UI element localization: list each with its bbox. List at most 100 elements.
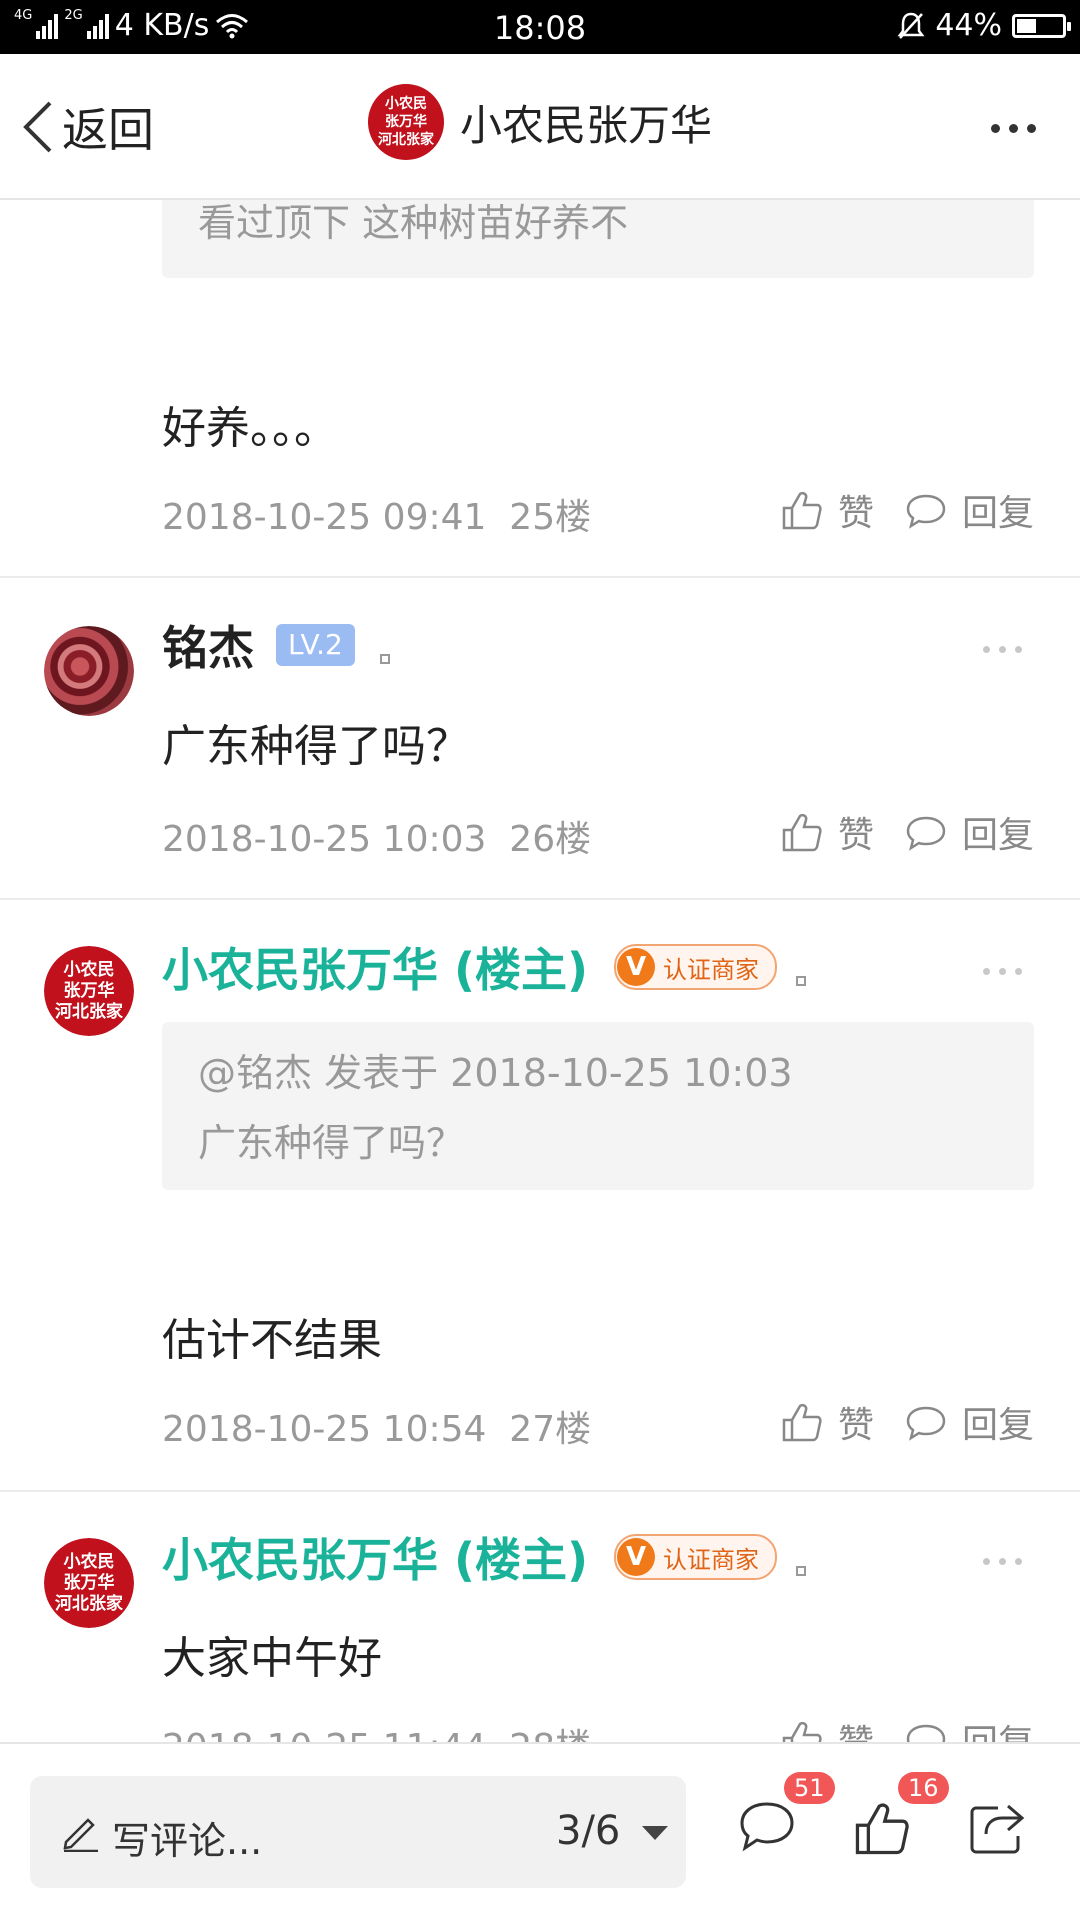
avatar-image: 小农民 张万华 河北张家	[44, 946, 134, 1036]
back-label: 返回	[62, 103, 154, 157]
comment-more-button[interactable]	[983, 1558, 1022, 1565]
comment-time: 2018-10-25 11:44	[162, 1727, 486, 1742]
bottom-toolbar: 写评论... 3/6 51 16	[0, 1742, 1080, 1922]
user-name[interactable]: 小农民张万华 (楼主)	[162, 934, 588, 1000]
comment-actions: 赞 回复	[780, 1396, 1034, 1448]
like-count-badge: 16	[898, 1772, 949, 1804]
user-avatar[interactable]: 小农民 张万华 河北张家	[44, 946, 134, 1036]
avatar-seal-line: 张万华	[63, 980, 115, 1001]
author-name: 小农民张万华	[460, 100, 713, 150]
like-label: 赞	[838, 1714, 874, 1742]
battery-percent: 44%	[935, 8, 1002, 43]
comment-time: 2018-10-25 10:54	[162, 1409, 487, 1450]
reply-button[interactable]: 回复	[904, 806, 1034, 858]
comment-body: 大家中午好	[162, 1633, 382, 1684]
like-button[interactable]: 赞	[780, 806, 874, 858]
like-label: 赞	[837, 815, 874, 856]
floor-number: 26楼	[509, 819, 592, 860]
battery-icon	[1012, 13, 1071, 38]
thumbs-up-icon	[782, 1403, 822, 1442]
level-badge: LV.2	[276, 624, 355, 666]
reply-label: 回复	[962, 1714, 1034, 1742]
reply-button[interactable]: 回复	[904, 1714, 1034, 1742]
comment-meta: 2018-10-25 09:41 25楼	[162, 488, 591, 540]
author-avatar: 小农民 张万华 河北张家	[368, 84, 444, 160]
quote-header: @铭杰 发表于 2018-10-25 10:03	[198, 1051, 793, 1095]
back-button[interactable]: 返回	[20, 94, 154, 160]
floor-number: 27楼	[509, 1409, 592, 1450]
comment-actions: 赞 回复	[780, 806, 1034, 858]
divider	[0, 1490, 1080, 1492]
avatar-seal-line: 张万华	[385, 114, 427, 130]
page-indicator[interactable]: 3/6	[556, 1808, 620, 1854]
more-options-button[interactable]	[991, 124, 1036, 133]
speech-bubble-icon	[906, 816, 946, 851]
chevron-left-icon	[23, 101, 52, 153]
comment-actions: 赞 回复	[780, 484, 1034, 536]
like-label: 赞	[837, 1405, 874, 1446]
comment-more-button[interactable]	[983, 968, 1022, 975]
reply-button[interactable]: 回复	[904, 484, 1034, 536]
pencil-icon	[63, 1818, 98, 1852]
like-label: 赞	[837, 493, 874, 534]
user-avatar[interactable]	[44, 626, 134, 716]
user-name[interactable]: 铭杰	[162, 612, 254, 678]
verified-merchant-badge: V 认证商家	[614, 1534, 777, 1580]
thumbs-up-icon	[782, 1721, 822, 1742]
comment-time: 2018-10-25 10:03	[162, 819, 487, 860]
speech-bubble-icon	[906, 1406, 946, 1441]
reply-label: 回复	[961, 493, 1034, 534]
dropdown-caret-icon[interactable]	[642, 1826, 668, 1840]
verified-merchant-badge: V 认证商家	[614, 944, 777, 990]
status-right: 44%	[897, 8, 1071, 43]
comment-icon	[740, 1802, 794, 1852]
comments-button[interactable]	[736, 1798, 798, 1860]
avatar-seal-line: 小农民	[63, 959, 115, 980]
quote-text: 看过顶下 这种树苗好养不	[198, 201, 629, 245]
floor-number: 28楼	[509, 1727, 591, 1742]
quoted-comment: 看过顶下 这种树苗好养不	[162, 200, 1034, 278]
avatar-seal-line: 小农民	[63, 1551, 115, 1572]
like-button[interactable]: 赞	[780, 484, 874, 536]
gender-mark	[380, 654, 390, 664]
avatar-image	[44, 626, 134, 716]
gender-mark	[796, 1566, 806, 1576]
gender-mark	[796, 976, 806, 986]
reply-button[interactable]: 回复	[904, 1396, 1034, 1448]
share-icon	[970, 1804, 1025, 1854]
comment-body: 广东种得了吗？	[162, 721, 470, 772]
share-button[interactable]	[968, 1798, 1028, 1860]
avatar-seal-line: 河北张家	[378, 132, 434, 148]
comment-list[interactable]: 看过顶下 这种树苗好养不 好养。。。 2018-10-25 09:41 25楼 …	[0, 200, 1080, 1742]
comment-meta: 2018-10-25 10:03 26楼	[162, 810, 591, 862]
avatar-seal-line: 小农民	[385, 96, 427, 112]
comment-meta: 2018-10-25 10:54 27楼	[162, 1400, 591, 1452]
user-avatar[interactable]: 小农民 张万华 河北张家	[44, 1538, 134, 1628]
comment-meta: 2018-10-25 11:44 28楼	[162, 1718, 591, 1742]
bell-muted-icon	[897, 12, 925, 39]
top-nav: 返回 小农民 张万华 河北张家 小农民张万华	[0, 54, 1080, 200]
user-name[interactable]: 小农民张万华 (楼主)	[162, 1524, 588, 1590]
comment-body: 好养。。。	[162, 403, 338, 454]
divider	[0, 576, 1080, 578]
like-button[interactable]: 赞	[780, 1714, 874, 1742]
author-title[interactable]: 小农民 张万华 河北张家 小农民张万华	[368, 84, 712, 160]
comment-more-button[interactable]	[983, 646, 1022, 653]
quoted-comment[interactable]: @铭杰 发表于 2018-10-25 10:03 广东种得了吗？	[162, 1022, 1034, 1190]
quote-text: 广东种得了吗？	[198, 1121, 465, 1165]
comment-count-badge: 51	[784, 1772, 835, 1804]
like-post-button[interactable]	[852, 1798, 912, 1862]
badge-label: 认证商家	[663, 955, 759, 984]
avatar-image: 小农民 张万华 河北张家	[44, 1538, 134, 1628]
avatar-seal-line: 河北张家	[55, 1001, 123, 1022]
comment-placeholder: 写评论...	[112, 1819, 263, 1863]
like-button[interactable]: 赞	[780, 1396, 874, 1448]
badge-label: 认证商家	[663, 1545, 759, 1574]
thumbs-up-icon	[855, 1803, 909, 1855]
comment-input[interactable]: 写评论... 3/6	[30, 1776, 686, 1888]
comment-actions: 赞 回复	[780, 1714, 1034, 1742]
v-icon: V	[617, 948, 655, 986]
reply-label: 回复	[961, 815, 1034, 856]
reply-label: 回复	[961, 1405, 1034, 1446]
floor-number: 25楼	[509, 497, 592, 538]
